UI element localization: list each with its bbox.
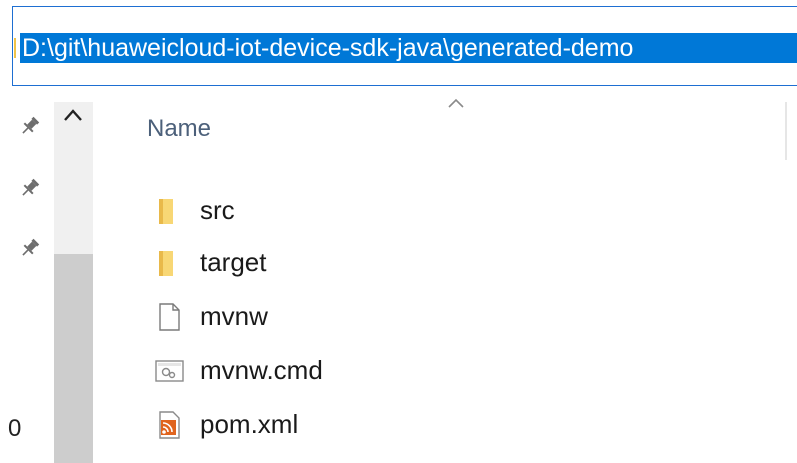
pin-icon[interactable] — [18, 236, 42, 260]
sort-ascending-icon[interactable] — [448, 98, 464, 108]
rss-xml-icon — [159, 411, 180, 439]
address-bar-folder-edge — [14, 38, 16, 58]
nav-partial-label: 0 — [8, 415, 22, 442]
list-item[interactable]: src — [150, 190, 450, 230]
file-name: target — [200, 247, 267, 277]
list-item[interactable]: target — [150, 242, 450, 282]
file-name: mvnw.cmd — [200, 355, 323, 385]
cmd-file-icon — [155, 360, 184, 382]
folder-icon — [159, 251, 173, 276]
column-divider[interactable] — [785, 102, 787, 160]
file-name: pom.xml — [200, 409, 299, 439]
scroll-up-arrow-icon[interactable] — [62, 108, 84, 122]
file-name: src — [200, 195, 235, 225]
folder-icon — [159, 199, 173, 224]
list-item[interactable]: mvnw.cmd — [150, 350, 450, 390]
list-item[interactable]: mvnw — [150, 296, 450, 336]
address-input[interactable]: D:\git\huaweicloud-iot-device-sdk-java\g… — [20, 33, 797, 63]
column-header-name[interactable]: Name — [147, 115, 211, 143]
pin-icon[interactable] — [18, 176, 42, 200]
file-name: mvnw — [200, 301, 268, 331]
list-item[interactable]: pom.xml — [150, 404, 450, 444]
file-icon — [159, 303, 180, 331]
pin-icon[interactable] — [18, 114, 42, 138]
nav-scrollbar-thumb[interactable] — [54, 254, 93, 463]
